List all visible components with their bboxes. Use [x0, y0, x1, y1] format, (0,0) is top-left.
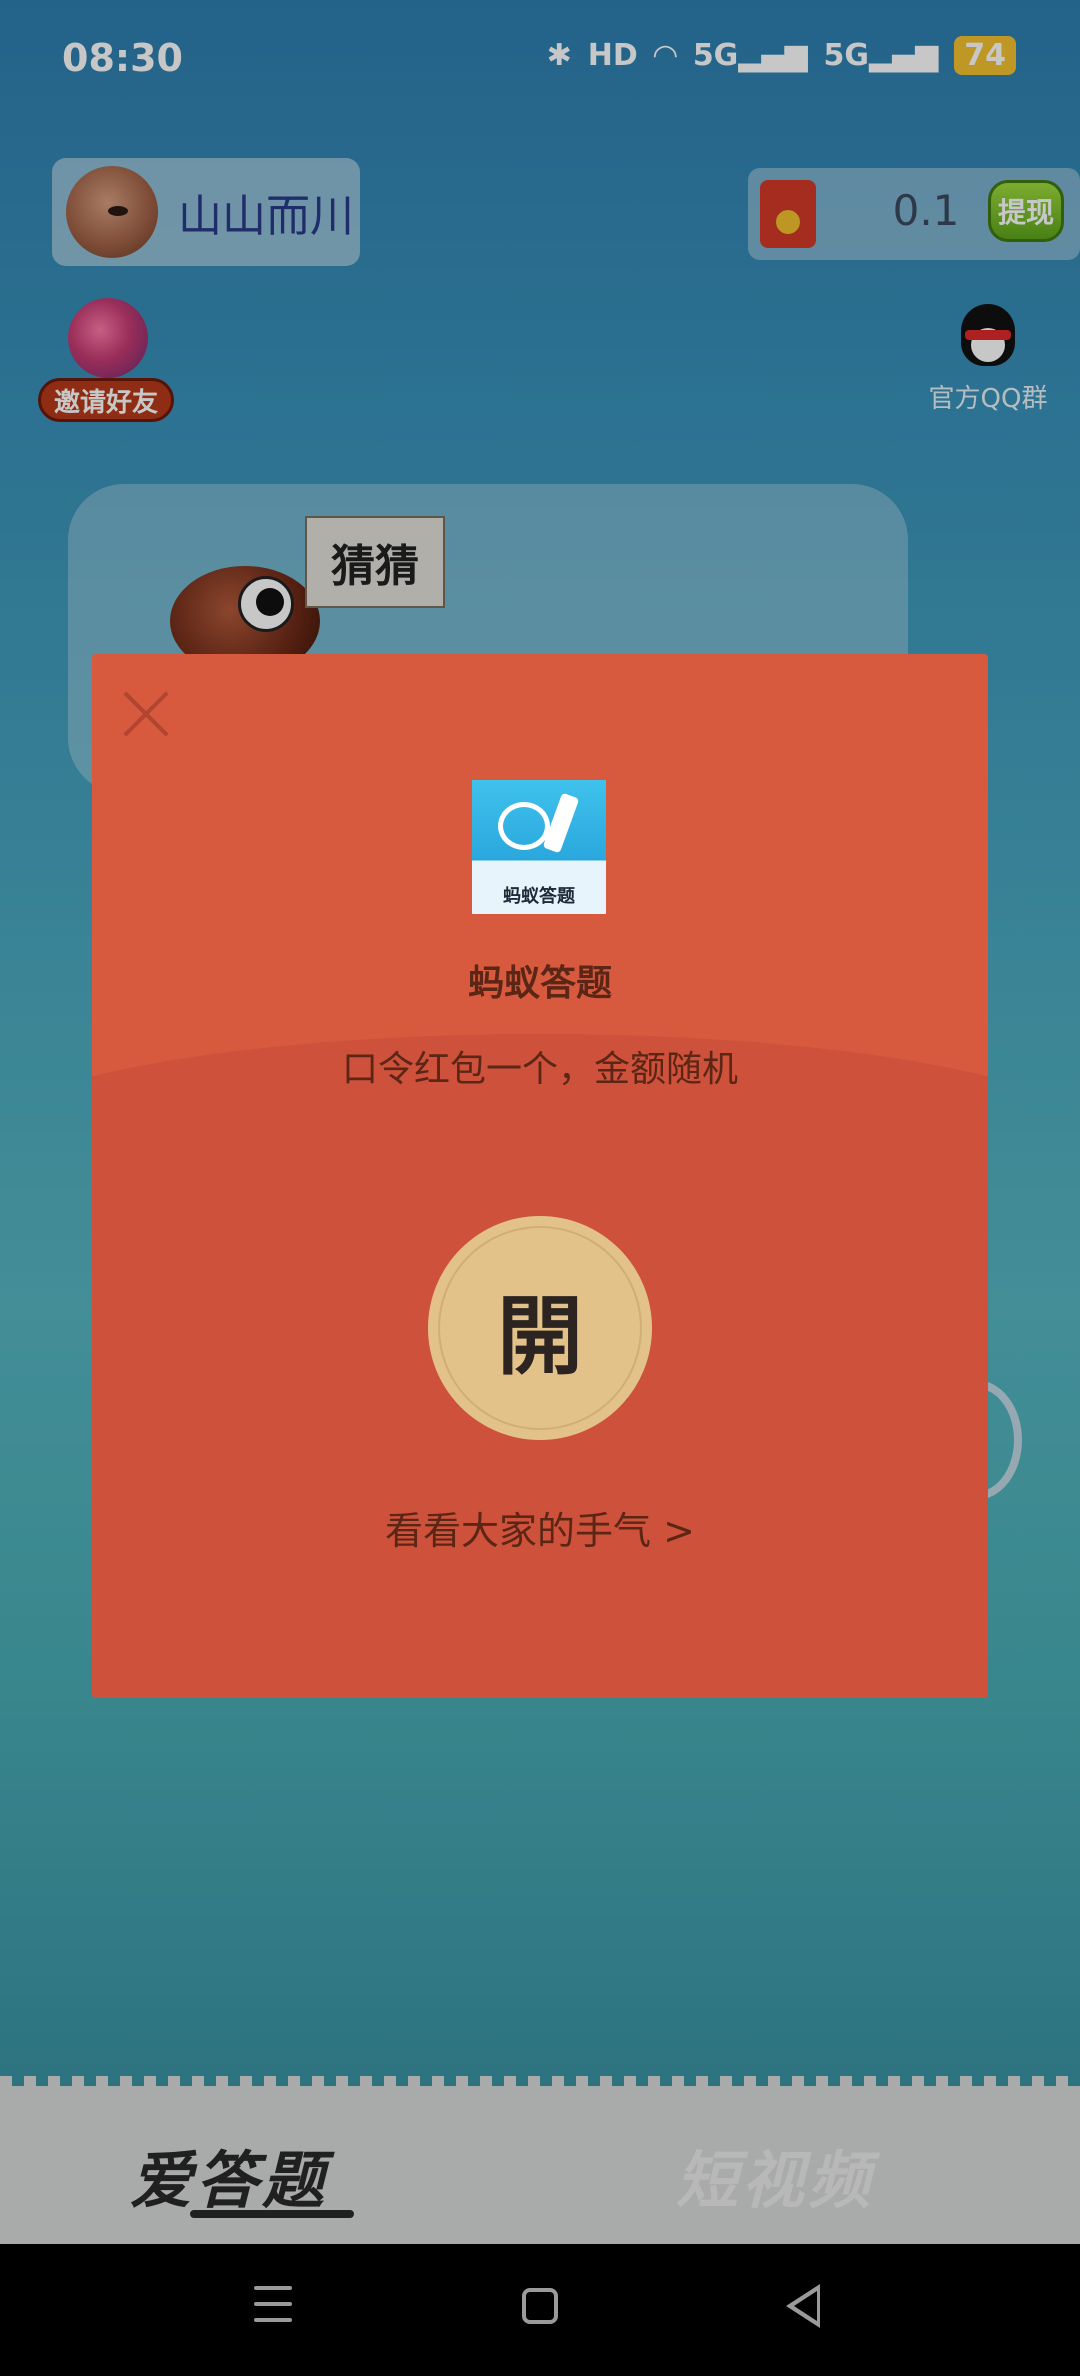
- red-packet-dialog: 蚂蚁答题 蚂蚁答题 口令红包一个，金额随机 開 看看大家的手气 >: [92, 654, 988, 1698]
- view-others-luck-link[interactable]: 看看大家的手气 >: [92, 1500, 988, 1555]
- open-button[interactable]: 開: [428, 1216, 652, 1440]
- close-icon[interactable]: [122, 690, 170, 738]
- system-nav-bar: [0, 2244, 1080, 2376]
- home-icon[interactable]: [522, 2288, 558, 2324]
- menu-icon[interactable]: [254, 2286, 292, 2326]
- app-name: 蚂蚁答题: [467, 963, 612, 1004]
- back-icon[interactable]: [786, 2284, 820, 2328]
- open-label: 開: [497, 1285, 583, 1387]
- promo-text: 口令红包一个，金额随机: [341, 1049, 738, 1090]
- chat-bubble-icon: [498, 802, 550, 850]
- app-icon-label: 蚂蚁答题: [503, 886, 575, 907]
- app-icon: 蚂蚁答题: [472, 780, 606, 914]
